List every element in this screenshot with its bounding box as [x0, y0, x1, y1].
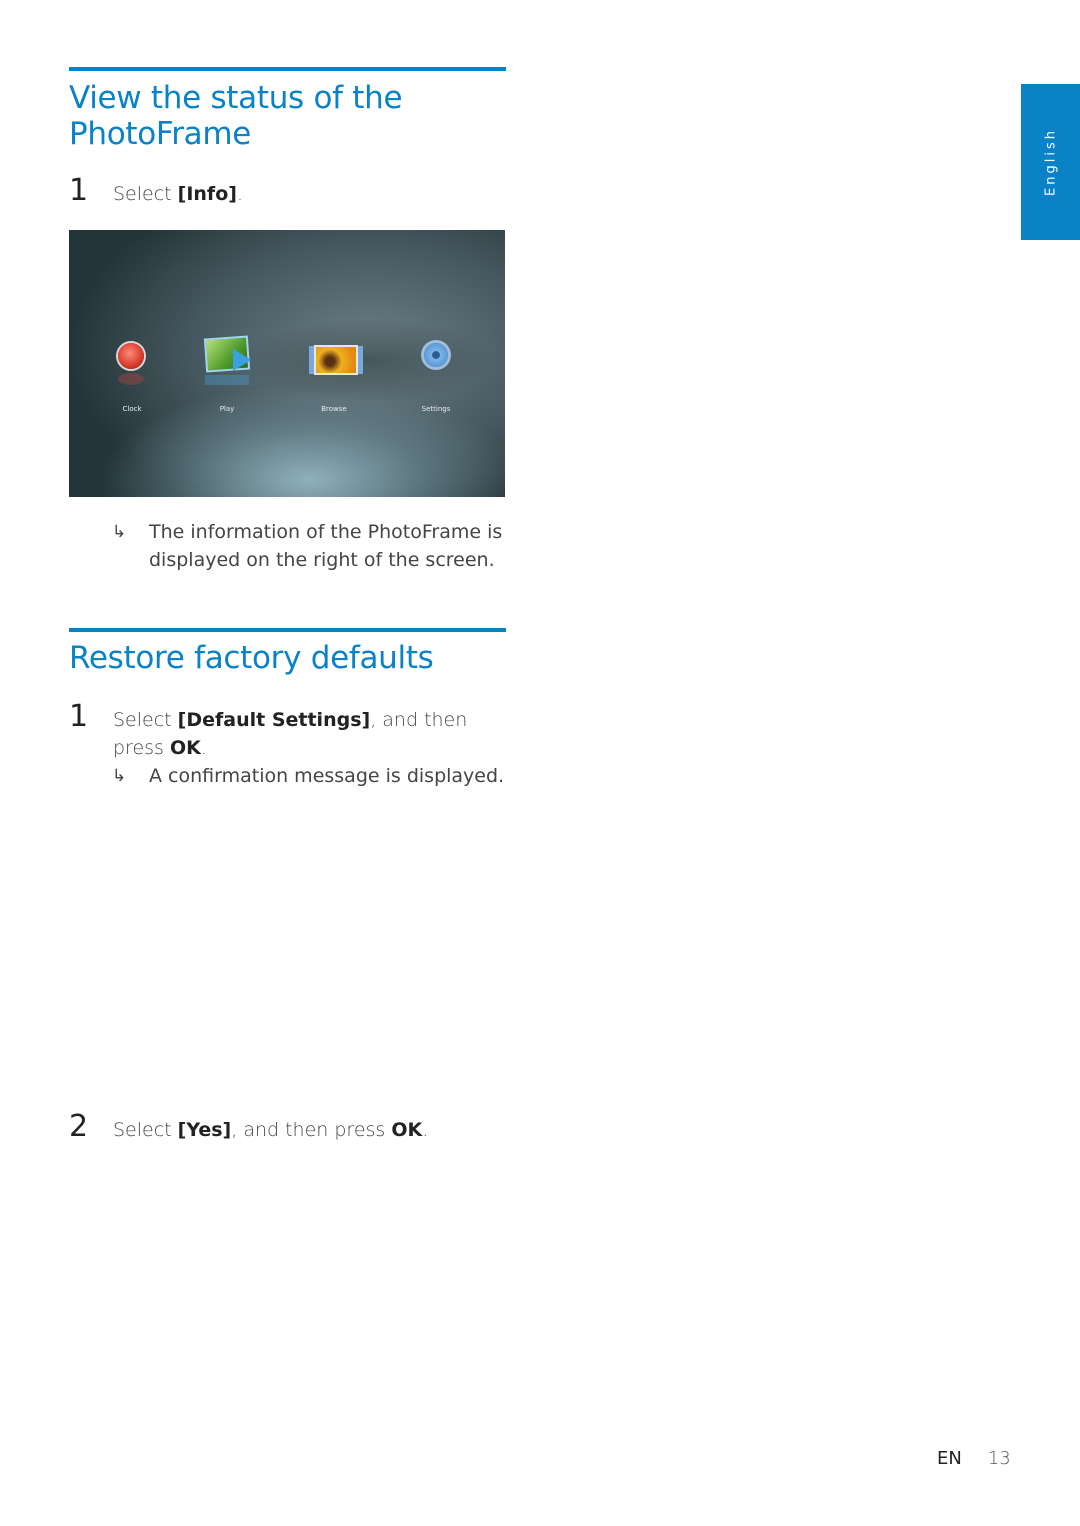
key-ok: OK: [391, 1119, 423, 1141]
browse-photos-icon: [314, 345, 358, 375]
app-settings: Settings: [396, 335, 476, 425]
play-reflection: [205, 375, 249, 385]
app-label-clock: Clock: [122, 405, 142, 413]
step-number: 1: [69, 173, 89, 208]
result-arrow-icon: ↳: [112, 522, 127, 542]
menu-option-default-settings: [Default Settings]: [177, 709, 371, 731]
app-label-browse: Browse: [321, 405, 347, 413]
heading-line-2: PhotoFrame: [69, 116, 252, 152]
result-text: A confirmation message is displayed.: [149, 765, 505, 787]
app-browse: Browse: [294, 335, 374, 425]
section-rule-status: [69, 67, 506, 71]
app-label-play: Play: [219, 405, 235, 413]
key-ok: OK: [169, 737, 201, 759]
language-side-tab: English: [1021, 84, 1080, 240]
play-triangle-icon: [233, 349, 251, 371]
heading-line-1: View the status of the: [69, 80, 403, 116]
menu-option-info: [Info]: [177, 183, 237, 205]
step-prefix: Select: [113, 1119, 178, 1141]
language-tab-label: English: [1043, 128, 1058, 196]
footer-language-code: EN: [937, 1448, 962, 1469]
app-play: Play: [187, 335, 267, 425]
step-number: 1: [69, 699, 89, 734]
settings-gear-icon: [424, 343, 448, 367]
result-arrow-icon: ↳: [112, 766, 127, 786]
section-rule-restore: [69, 628, 506, 632]
step-suffix: .: [200, 737, 207, 759]
page-number: 13: [987, 1448, 1011, 1469]
clock-reflection: [118, 373, 144, 385]
step-prefix: Select: [113, 709, 178, 731]
heading-restore-defaults: Restore factory defaults: [69, 640, 434, 676]
app-clock: Clock: [92, 335, 172, 425]
result-text: The information of the PhotoFrame is dis…: [149, 521, 503, 571]
app-label-settings: Settings: [421, 405, 451, 413]
step-suffix: .: [422, 1119, 429, 1141]
result-confirmation-displayed: ↳ A confirmation message is displayed.: [112, 762, 507, 790]
page-footer: EN 13: [937, 1448, 1011, 1469]
step-middle: , and then press: [231, 1119, 392, 1141]
result-info-displayed: ↳ The information of the PhotoFrame is d…: [112, 518, 507, 574]
clock-icon: [118, 343, 144, 369]
step-text: Select [Default Settings], and then pres…: [113, 706, 503, 762]
step-prefix: Select: [113, 183, 178, 205]
step-text: Select [Yes], and then press OK.: [113, 1116, 503, 1144]
heading-view-status: View the status of the PhotoFrame: [69, 80, 403, 152]
step-number: 2: [69, 1109, 89, 1144]
step-suffix: .: [236, 183, 243, 205]
menu-option-yes: [Yes]: [177, 1119, 232, 1141]
photoframe-home-screenshot: Clock Play Browse Settings: [69, 230, 505, 497]
step-text: Select [Info].: [113, 180, 503, 208]
